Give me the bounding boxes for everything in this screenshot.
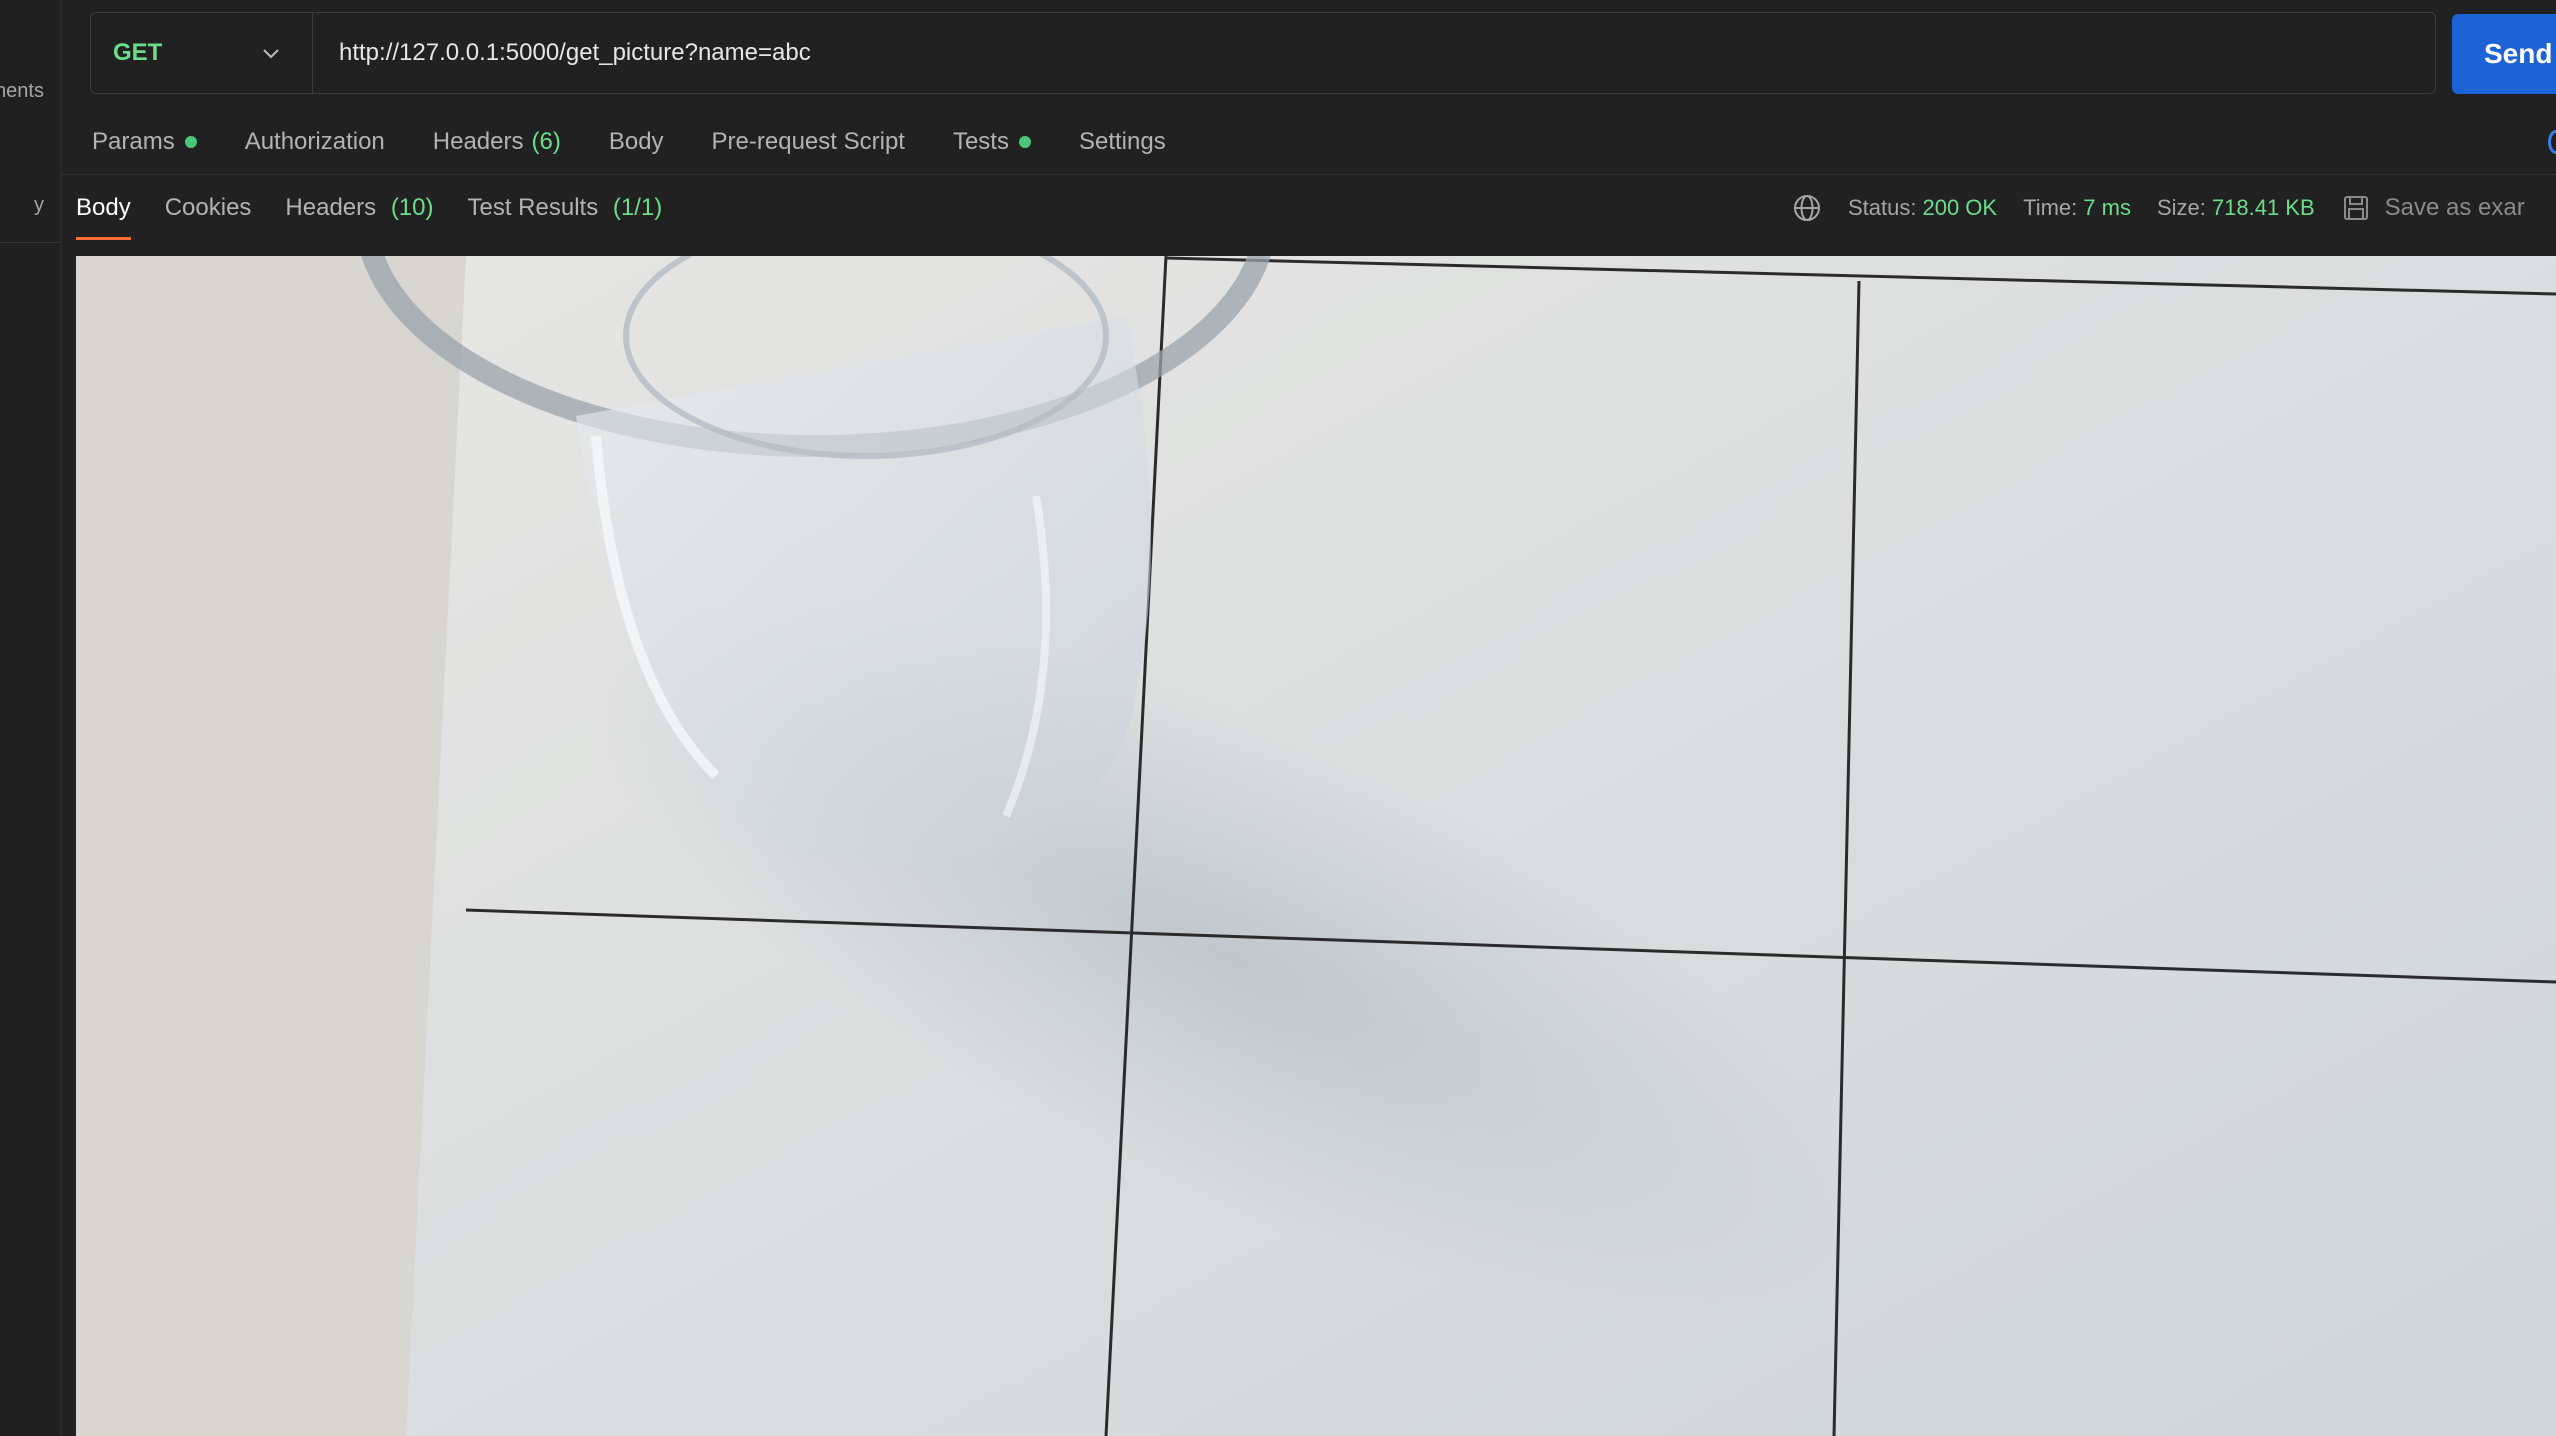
response-image bbox=[76, 256, 2556, 1436]
tab-tests-label: Tests bbox=[952, 128, 1009, 155]
tab-tests[interactable]: Tests bbox=[953, 128, 1031, 156]
status-label: Status: bbox=[1848, 195, 1917, 220]
chevron-down-icon bbox=[263, 49, 279, 59]
tab-authorization-label: Authorization bbox=[244, 128, 385, 155]
size-label: Size: bbox=[2156, 195, 2206, 220]
response-tabs: Body Cookies Headers (10) Test Results (… bbox=[76, 186, 696, 240]
tab-settings[interactable]: Settings bbox=[1079, 128, 1166, 156]
sidebar-item-environments[interactable]: nents bbox=[0, 80, 44, 103]
status-value[interactable]: 200 OK bbox=[1922, 195, 1997, 221]
response-status-bar: Status: 200 OK Time: 7 ms Size: 718.41 K… bbox=[1792, 186, 2525, 230]
tab-params-label: Params bbox=[92, 128, 175, 155]
request-bar: GET http://127.0.0.1:5000/get_picture?na… bbox=[90, 12, 2436, 94]
tab-response-headers[interactable]: Headers (10) bbox=[285, 194, 433, 222]
save-icon bbox=[2343, 196, 2368, 220]
save-as-example-button[interactable]: Save as exar bbox=[2341, 193, 2525, 223]
params-indicator-dot bbox=[184, 136, 197, 148]
tab-headers[interactable]: Headers (6) bbox=[433, 128, 561, 156]
request-tabs: Params Authorization Headers (6) Body Pr… bbox=[92, 120, 1214, 164]
tab-authorization[interactable]: Authorization bbox=[245, 128, 385, 156]
size-value[interactable]: 718.41 KB bbox=[2212, 195, 2315, 221]
time-label: Time: bbox=[2023, 195, 2078, 220]
sidebar-divider bbox=[0, 242, 60, 243]
send-button[interactable]: Send bbox=[2452, 14, 2556, 94]
tab-headers-label: Headers bbox=[432, 128, 524, 155]
response-headers-count: (10) bbox=[390, 194, 434, 221]
globe-icon[interactable] bbox=[1792, 193, 1822, 223]
tab-response-headers-label: Headers bbox=[285, 194, 377, 221]
tab-test-results[interactable]: Test Results (1/1) bbox=[468, 194, 663, 222]
tab-response-body[interactable]: Body bbox=[76, 194, 131, 240]
method-value: GET bbox=[113, 39, 163, 66]
response-image-photo bbox=[76, 256, 2556, 1436]
tab-settings-label: Settings bbox=[1078, 128, 1166, 155]
tab-response-cookies[interactable]: Cookies bbox=[165, 194, 252, 222]
save-as-example-label: Save as exar bbox=[2384, 194, 2525, 221]
tests-indicator-dot bbox=[1018, 136, 1031, 148]
sidebar: nents y bbox=[0, 0, 61, 1436]
test-results-count: (1/1) bbox=[612, 194, 663, 221]
tab-prerequest-label: Pre-request Script bbox=[711, 128, 905, 155]
headers-count: (6) bbox=[531, 128, 561, 155]
tab-test-results-label: Test Results bbox=[467, 194, 599, 221]
tab-prerequest-script[interactable]: Pre-request Script bbox=[712, 128, 905, 156]
cookies-link-icon[interactable] bbox=[2548, 130, 2556, 154]
postman-window: nents y GET http://127.0.0.1:5000/get_pi… bbox=[0, 0, 2556, 1436]
time-value[interactable]: 7 ms bbox=[2083, 195, 2131, 221]
method-select[interactable]: GET bbox=[91, 13, 313, 93]
tab-body-label: Body bbox=[608, 128, 664, 155]
tab-params[interactable]: Params bbox=[92, 128, 197, 156]
request-response-divider bbox=[60, 174, 2556, 175]
tab-body[interactable]: Body bbox=[609, 128, 664, 156]
sidebar-item-history[interactable]: y bbox=[34, 194, 44, 217]
url-input[interactable]: http://127.0.0.1:5000/get_picture?name=a… bbox=[313, 13, 2435, 93]
